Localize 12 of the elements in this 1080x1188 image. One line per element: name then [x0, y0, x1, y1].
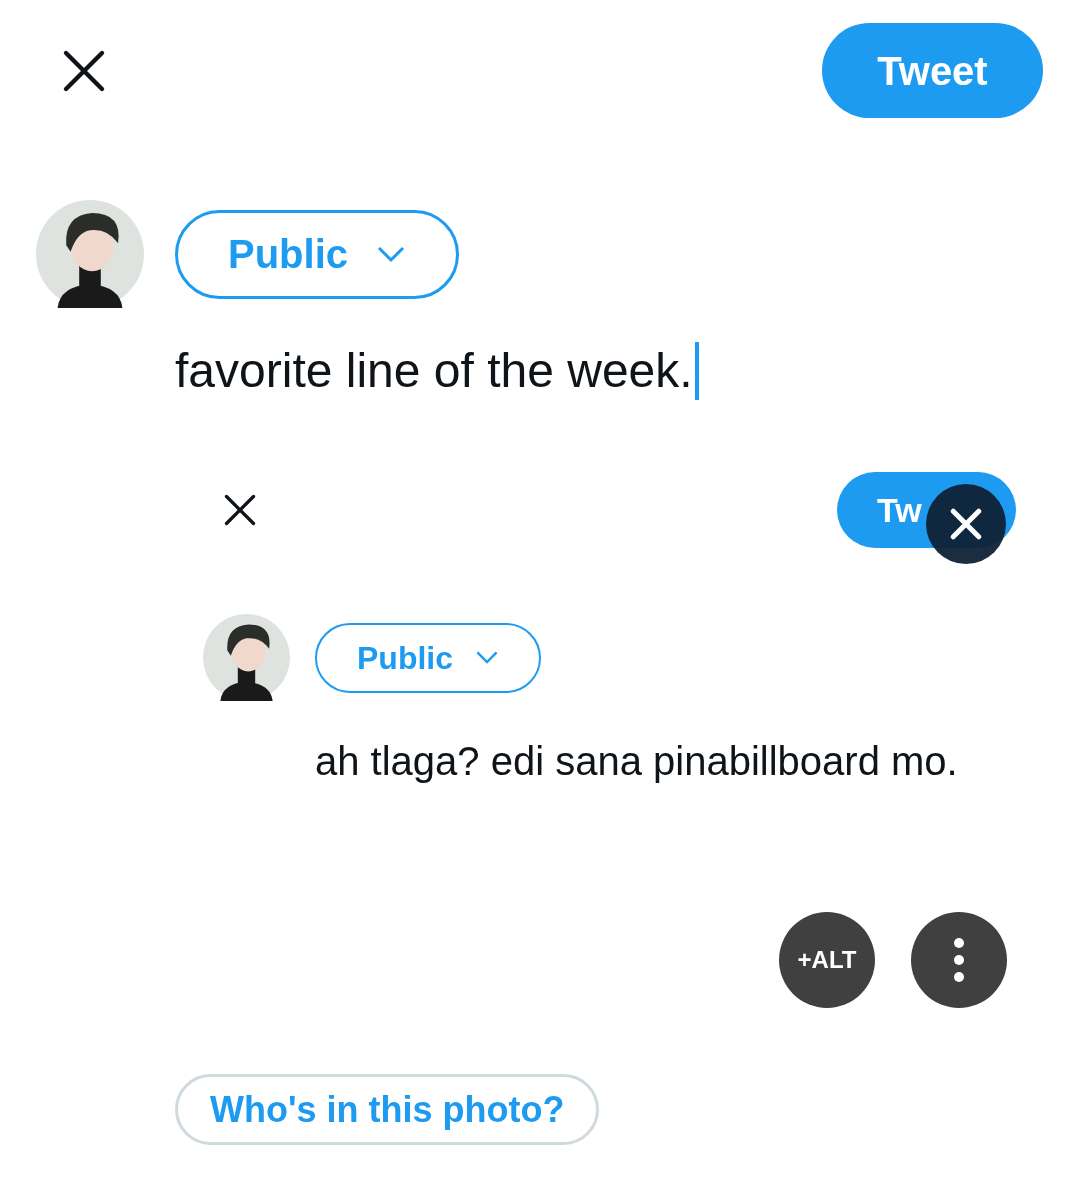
text-cursor — [694, 342, 699, 400]
tweet-button[interactable]: Tweet — [822, 23, 1043, 118]
tag-people-button[interactable]: Who's in this photo? — [175, 1074, 600, 1145]
audience-dropdown[interactable]: Public — [175, 209, 460, 299]
more-icon — [953, 937, 965, 983]
close-icon[interactable] — [222, 492, 258, 528]
close-icon[interactable] — [949, 507, 983, 541]
tweet-text: ah tlaga? edi sana pinabillboard mo. — [315, 739, 958, 783]
tweet-text: favorite line of the week. — [175, 343, 693, 399]
chevron-down-icon — [376, 245, 407, 263]
alt-text-button[interactable]: +ALT — [779, 912, 875, 1008]
chevron-down-icon — [475, 650, 499, 665]
